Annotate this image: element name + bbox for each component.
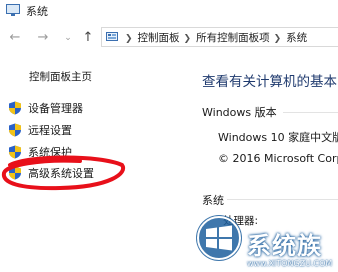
- sidebar-item-system-protection[interactable]: 系统保护: [8, 144, 72, 160]
- uac-shield-icon: [9, 123, 21, 137]
- sidebar-item-label: 设备管理器: [28, 102, 83, 115]
- system-section-label: 系统: [202, 194, 224, 207]
- control-panel-icon: [106, 32, 118, 41]
- address-bar[interactable]: ❯ 控制面板 ❯ 所有控制面板项 ❯ 系统: [101, 27, 338, 47]
- breadcrumb: ❯ 控制面板 ❯ 所有控制面板项 ❯ 系统: [121, 30, 307, 45]
- breadcrumb-item[interactable]: 控制面板: [138, 32, 180, 44]
- control-panel-home-link[interactable]: 控制面板主页: [29, 69, 92, 84]
- divider: [227, 199, 338, 200]
- chevron-right-icon: ❯: [183, 34, 192, 44]
- uac-shield-icon: [9, 101, 21, 115]
- chevron-down-icon[interactable]: ⌄: [60, 30, 76, 46]
- processor-label: 处理器:: [223, 215, 259, 227]
- chevron-right-icon: ❯: [273, 34, 282, 44]
- sidebar-item-label: 系统保护: [28, 146, 72, 159]
- sidebar-item-label: 高级系统设置: [28, 167, 94, 180]
- divider: [283, 112, 338, 113]
- navigation-bar: ← → ⌄ ↑ ❯ 控制面板 ❯ 所有控制面板项 ❯ 系统: [0, 25, 338, 51]
- title-bar: 系统: [0, 0, 338, 24]
- arrow-up-icon[interactable]: ↑: [80, 30, 96, 46]
- page-title: 查看有关计算机的基本: [202, 74, 337, 90]
- sidebar-item-device-manager[interactable]: 设备管理器: [8, 100, 83, 116]
- breadcrumb-item[interactable]: 系统: [286, 32, 307, 44]
- uac-shield-icon: [9, 145, 21, 159]
- uac-shield-icon: [9, 166, 21, 180]
- main-content: 查看有关计算机的基本 Windows 版本 Windows 10 家庭中文版 ©…: [185, 55, 338, 272]
- window-title: 系统: [26, 5, 48, 18]
- windows-edition-value: Windows 10 家庭中文版: [218, 131, 338, 144]
- sidebar-item-label: 远程设置: [28, 124, 72, 137]
- sidebar: 控制面板主页 设备管理器 远程设置 系统保护 高级系统设置: [0, 55, 185, 272]
- system-icon: [6, 4, 20, 16]
- sidebar-item-remote-settings[interactable]: 远程设置: [8, 122, 72, 138]
- arrow-left-icon[interactable]: ←: [7, 30, 23, 46]
- sidebar-item-advanced-system-settings[interactable]: 高级系统设置: [8, 165, 94, 181]
- copyright-text: © 2016 Microsoft Corp: [218, 152, 338, 165]
- breadcrumb-item[interactable]: 所有控制面板项: [196, 32, 270, 44]
- chevron-right-icon: ❯: [125, 34, 133, 44]
- system-window: 系统 ← → ⌄ ↑ ❯控制面板❯所有控制面板项❯系统 控制面板主页: [0, 0, 338, 272]
- arrow-right-icon[interactable]: →: [35, 30, 51, 46]
- windows-edition-section-label: Windows 版本: [202, 106, 277, 119]
